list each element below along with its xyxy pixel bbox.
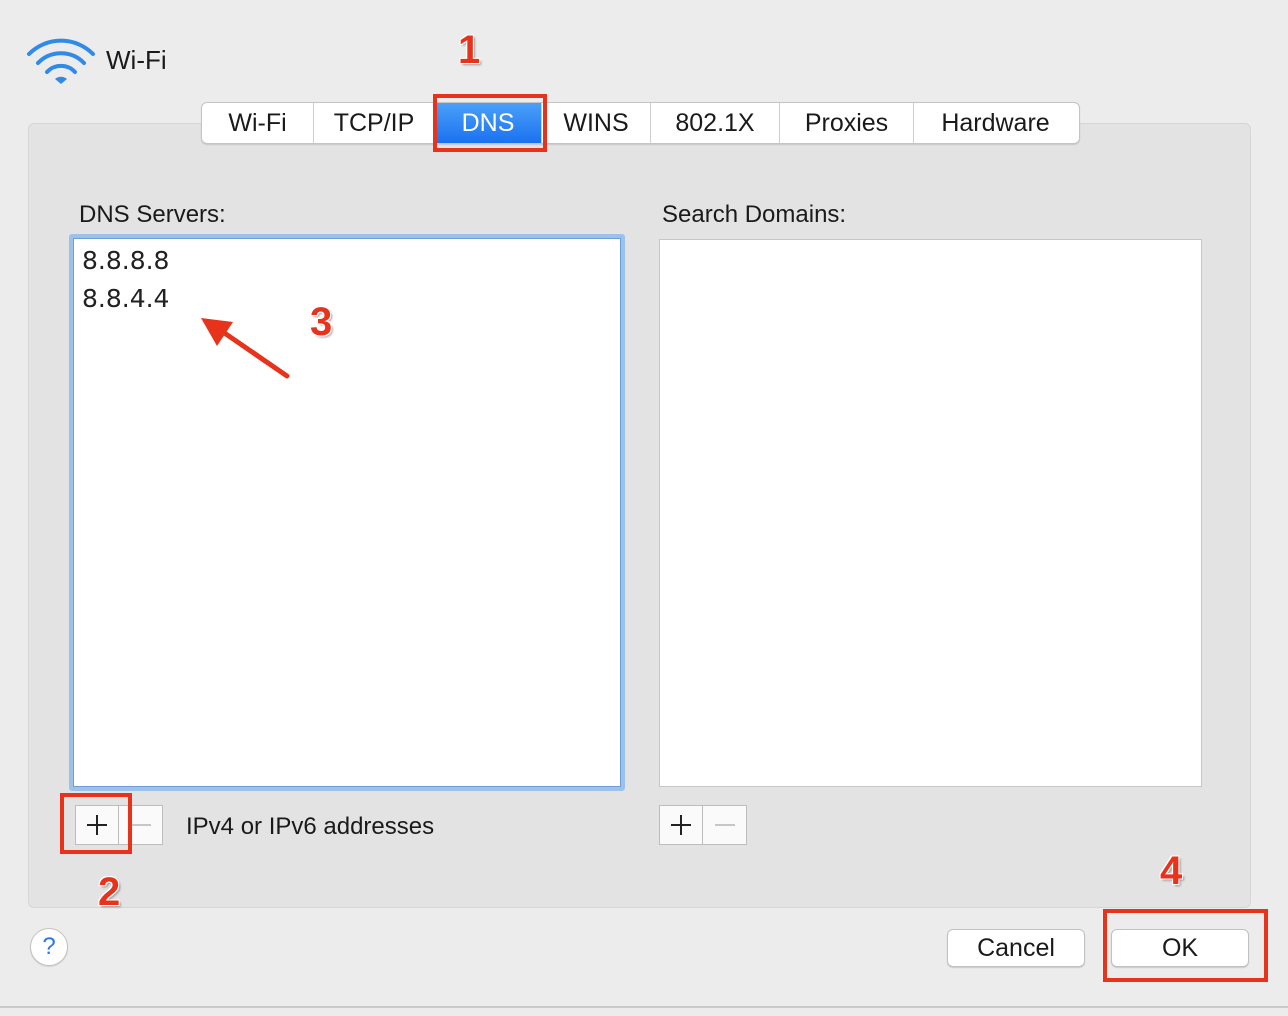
remove-search-domain-button[interactable] (703, 805, 747, 845)
tab-8021x[interactable]: 802.1X (651, 103, 780, 143)
minus-icon (714, 824, 735, 826)
window-bottom-edge (0, 1006, 1288, 1008)
dns-server-entry[interactable]: 8.8.8.8 (82, 246, 169, 276)
help-button[interactable]: ? (30, 928, 68, 966)
annotation-step-3: 3 (310, 300, 333, 344)
tab-tcpip[interactable]: TCP/IP (314, 103, 435, 143)
plus-icon (671, 815, 691, 835)
annotation-box-add-button (60, 793, 132, 854)
search-domains-label: Search Domains: (662, 201, 847, 228)
add-search-domain-button[interactable] (659, 805, 703, 845)
window-title: Wi-Fi (106, 45, 167, 75)
dns-servers-list[interactable]: 8.8.8.8 8.8.4.4 (69, 234, 625, 791)
wifi-icon (27, 38, 95, 84)
annotation-step-4: 4 (1160, 849, 1183, 893)
annotation-step-2: 2 (98, 870, 121, 914)
minus-icon (130, 824, 151, 826)
tab-wifi[interactable]: Wi-Fi (202, 103, 314, 143)
tab-hardware[interactable]: Hardware (914, 103, 1077, 143)
dns-server-entry[interactable]: 8.8.4.4 (82, 284, 169, 314)
tab-wins[interactable]: WINS (542, 103, 651, 143)
dns-servers-list-border (73, 238, 621, 787)
dns-address-hint: IPv4 or IPv6 addresses (186, 813, 435, 840)
annotation-box-dns-tab (433, 94, 547, 152)
search-domains-list[interactable] (659, 239, 1202, 787)
tab-bar: Wi-Fi TCP/IP DNS WINS 802.1X Proxies Har… (201, 102, 1080, 144)
annotation-box-ok-button (1103, 909, 1268, 982)
annotation-step-1: 1 (458, 28, 481, 72)
tab-proxies[interactable]: Proxies (780, 103, 914, 143)
dns-servers-label: DNS Servers: (79, 201, 226, 228)
cancel-button[interactable]: Cancel (947, 929, 1085, 967)
annotation-arrow-icon (201, 318, 290, 379)
